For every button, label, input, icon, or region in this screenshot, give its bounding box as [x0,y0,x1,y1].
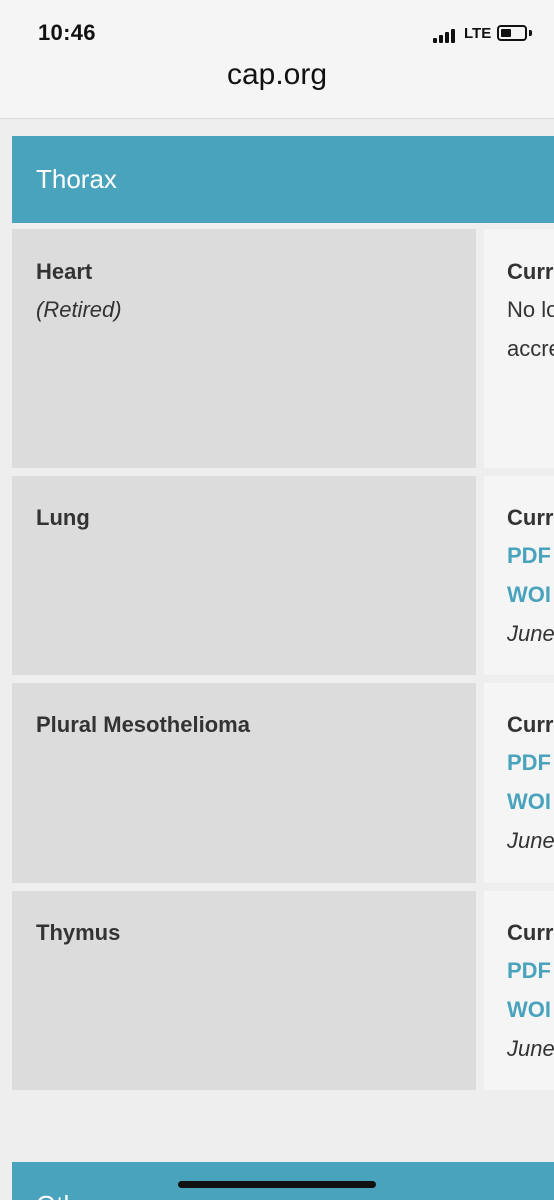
cellular-signal-icon [433,27,459,43]
organ-name: Thymus [36,920,121,945]
url-bar[interactable]: cap.org [0,60,554,119]
section-title: Thorax [36,164,117,194]
status-time: 10:46 [38,20,96,45]
organ-name: Lung [36,505,90,530]
retired-note: (Retired) [36,297,122,322]
current-version-heading: Curr [507,712,554,737]
current-version-heading: Curr [507,920,554,945]
pdf-link[interactable]: PDF [507,750,551,776]
home-indicator[interactable] [178,1181,376,1188]
current-version-heading: Curr [507,259,554,284]
battery-tip [529,30,532,36]
row-details-heart: Curr No lo accre [484,229,554,468]
battery-level-fill [501,29,511,37]
pdf-link[interactable]: PDF [507,958,551,984]
section-title: Other [36,1190,101,1200]
section-header-thorax: Thorax [12,136,554,223]
organ-name: Heart [36,259,93,284]
battery-icon [497,25,527,41]
table-row-plural-mesothelioma: Plural Mesothelioma [12,683,476,883]
word-link[interactable]: WOI [507,582,551,608]
word-link[interactable]: WOI [507,789,551,815]
table-row-thymus: Thymus [12,891,476,1090]
word-link[interactable]: WOI [507,997,551,1023]
row-details-lung: Curr PDF WOI June [484,476,554,675]
pdf-link[interactable]: PDF [507,543,551,569]
accreditation-text: accre [507,336,554,361]
table-row-lung: Lung [12,476,476,675]
no-longer-text: No lo [507,297,554,322]
release-date: June [507,828,554,853]
current-version-heading: Curr [507,505,554,530]
release-date: June [507,621,554,646]
row-details-plural-mesothelioma: Curr PDF WOI June [484,683,554,883]
row-details-thymus: Curr PDF WOI June [484,891,554,1090]
table-row-heart: Heart (Retired) [12,229,476,468]
organ-name: Plural Mesothelioma [36,712,250,737]
status-bar: 10:46 LTE [0,0,554,60]
release-date: June [507,1036,554,1061]
network-type: LTE [464,25,492,42]
url-text[interactable]: cap.org [227,60,327,90]
